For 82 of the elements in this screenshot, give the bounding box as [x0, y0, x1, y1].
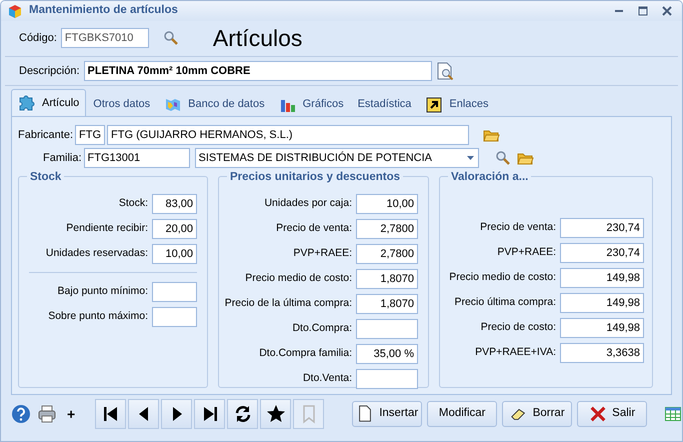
- field-label: Unidades por caja:: [264, 196, 352, 211]
- field-label: Fabricante:: [18, 128, 74, 143]
- nav-button[interactable]: [260, 399, 292, 429]
- field-label: Sobre punto máximo:: [48, 308, 148, 324]
- nav-button[interactable]: [194, 399, 226, 429]
- code-field[interactable]: FTG: [75, 125, 106, 145]
- input-field[interactable]: 10,00: [356, 194, 418, 214]
- tab[interactable]: Gráficos: [272, 92, 351, 116]
- action-button[interactable]: Insertar: [352, 401, 422, 427]
- tab[interactable]: Enlaces: [418, 92, 496, 116]
- input-field[interactable]: [356, 318, 418, 338]
- page-heading: Artículos: [212, 24, 302, 54]
- field-label: Dto.Compra familia:: [259, 346, 352, 361]
- window-title: Mantenimiento de artículos: [29, 3, 179, 18]
- input-field[interactable]: 83,00: [152, 194, 197, 214]
- field-label: Stock:: [118, 196, 148, 211]
- input-field[interactable]: 10,00: [152, 244, 197, 264]
- input-field[interactable]: 1,8070: [356, 268, 418, 288]
- field-label: Familia:: [43, 150, 82, 166]
- printer-icon[interactable]: [37, 404, 57, 424]
- field-label: Pendiente recibir:: [66, 220, 148, 236]
- field-label: Precio última compra:: [454, 294, 556, 310]
- nav-button[interactable]: [95, 399, 126, 429]
- input-field[interactable]: [152, 306, 197, 326]
- code-field[interactable]: FTGBKS7010: [60, 28, 149, 48]
- action-button[interactable]: Salir: [577, 401, 648, 427]
- minimize-icon: [614, 10, 624, 12]
- tab[interactable]: Artículo: [11, 89, 86, 116]
- caret-icon: [466, 156, 475, 160]
- close-icon: [589, 405, 608, 423]
- field-label: Precio de la última compra:: [224, 296, 352, 311]
- help-icon[interactable]: [11, 404, 31, 424]
- field-label: Precio medio de costo:: [449, 270, 556, 285]
- search-icon[interactable]: [162, 30, 179, 46]
- dropdown[interactable]: SISTEMAS DE DISTRIBUCIÓN DE POTENCIA: [194, 148, 479, 168]
- input-field[interactable]: [356, 368, 418, 388]
- description-field[interactable]: PLETINA 70mm² 10mm COBRE: [84, 61, 432, 82]
- input-field[interactable]: 149,98: [560, 292, 644, 312]
- field-label: Descripción:: [19, 64, 80, 79]
- nav-button[interactable]: [128, 399, 160, 429]
- name-field[interactable]: FTG (GUIJARRO HERMANOS, S.L.): [107, 125, 470, 145]
- nav-button[interactable]: [161, 399, 192, 429]
- field-label: Precio medio de costo:: [245, 270, 352, 286]
- maximize-icon: [638, 6, 648, 16]
- action-button[interactable]: Modificar: [427, 401, 498, 427]
- input-field[interactable]: 149,98: [560, 268, 644, 288]
- field-label: PVP+RAEE:: [497, 244, 556, 260]
- nav-button[interactable]: [227, 399, 258, 429]
- input-field[interactable]: 230,74: [560, 218, 644, 238]
- document-search-icon[interactable]: [436, 62, 454, 80]
- tab[interactable]: Otros datos: [86, 92, 158, 116]
- field-label: Precio de venta:: [276, 220, 352, 236]
- tab[interactable]: Estadística: [350, 92, 418, 116]
- input-field[interactable]: 3,3638: [560, 342, 644, 362]
- action-button[interactable]: Borrar: [502, 401, 572, 427]
- code-field[interactable]: FTG13001: [84, 148, 190, 168]
- tab[interactable]: Banco de datos: [157, 92, 272, 116]
- puzzle-icon: [18, 94, 36, 112]
- field-label: Precio de venta:: [480, 220, 556, 235]
- field-label: Bajo punto mínimo:: [58, 284, 148, 299]
- input-field[interactable]: 149,98: [560, 318, 644, 338]
- field-label: Código:: [19, 31, 57, 46]
- add-button[interactable]: +: [67, 404, 76, 424]
- shortcut-icon: [425, 96, 444, 114]
- field-label: Precio de costo:: [480, 320, 556, 335]
- grid-icon[interactable]: [665, 407, 682, 421]
- field-label: PVP+RAEE:: [293, 246, 352, 261]
- input-field[interactable]: [152, 282, 197, 302]
- field-label: Dto.Compra:: [292, 320, 352, 336]
- input-field[interactable]: 20,00: [152, 218, 197, 238]
- field-label: PVP+RAEE+IVA:: [475, 344, 556, 360]
- field-label: Dto.Venta:: [302, 370, 352, 386]
- app-icon: [7, 2, 23, 19]
- star-icon: [266, 404, 286, 424]
- input-field[interactable]: 2,7800: [356, 244, 418, 264]
- input-field[interactable]: 2,7800: [356, 218, 418, 238]
- field-label: Unidades reservadas:: [46, 246, 148, 261]
- input-field[interactable]: 230,74: [560, 242, 644, 262]
- input-field[interactable]: 35,00 %: [356, 344, 418, 364]
- search-icon[interactable]: [494, 150, 511, 166]
- input-field[interactable]: 1,8070: [356, 294, 418, 314]
- close-icon: [662, 6, 672, 16]
